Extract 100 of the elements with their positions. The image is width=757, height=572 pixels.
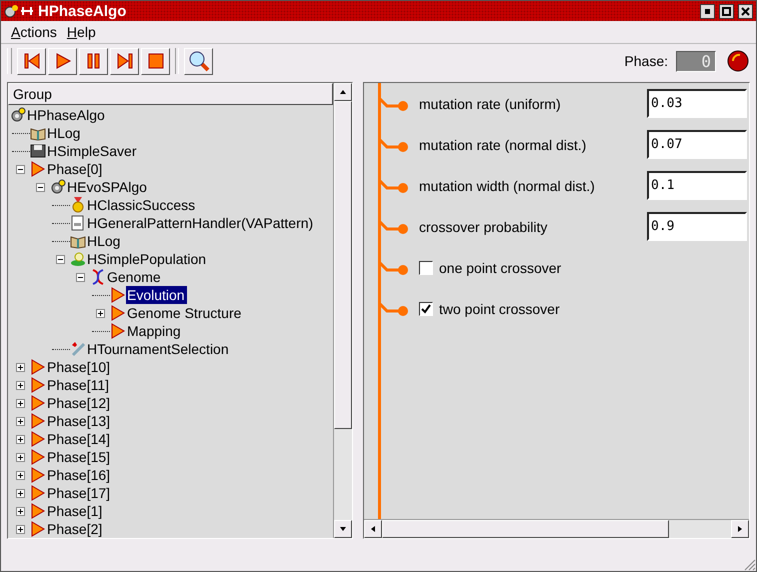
tree-item[interactable]: HLog	[46, 124, 82, 142]
right-arrow-icon	[736, 525, 744, 533]
maximize-button[interactable]	[719, 4, 734, 18]
expand-icon[interactable]	[16, 524, 25, 534]
tree-item[interactable]: Evolution	[126, 286, 187, 304]
flower-icon	[70, 251, 86, 267]
checkbox-label: one point crossover	[439, 260, 562, 276]
parameter-label: crossover probability	[419, 218, 548, 234]
tree-item[interactable]: Phase[14]	[46, 430, 112, 448]
collapse-icon[interactable]	[76, 272, 85, 282]
tree-item[interactable]: Phase[2]	[46, 520, 104, 538]
checkbox-label: two point crossover	[439, 300, 561, 316]
gear-icon	[50, 179, 66, 195]
minimize-button[interactable]	[700, 4, 715, 18]
app-icon	[4, 4, 34, 18]
scrollbar-thumb[interactable]	[334, 101, 352, 429]
up-arrow-icon	[339, 88, 347, 96]
search-icon	[188, 50, 210, 72]
value-field[interactable]: 0.07	[647, 130, 747, 159]
collapse-icon[interactable]	[56, 254, 65, 264]
scrollbar-thumb[interactable]	[382, 520, 669, 538]
tree-item[interactable]: Phase[16]	[46, 466, 112, 484]
scroll-up-button[interactable]	[334, 83, 352, 101]
tree-item[interactable]: HClassicSuccess	[86, 196, 198, 214]
expand-icon[interactable]	[16, 380, 25, 390]
expand-icon[interactable]	[16, 488, 25, 498]
tree-item[interactable]: Mapping	[126, 322, 183, 340]
tree-item[interactable]: HSimplePopulation	[86, 250, 208, 268]
checkbox[interactable]	[419, 302, 433, 316]
value-field[interactable]: 0.9	[647, 212, 747, 241]
parameter-label: mutation rate (uniform)	[419, 96, 562, 112]
arrow-icon	[30, 377, 46, 393]
arrow-icon	[30, 395, 46, 411]
window-title: HPhaseAlgo	[38, 2, 128, 20]
skip-forward-button[interactable]	[110, 48, 139, 74]
scroll-left-button[interactable]	[364, 520, 382, 538]
tree-item[interactable]: Genome	[106, 268, 163, 286]
medal-icon	[70, 197, 86, 213]
phase-label: Phase:	[624, 53, 668, 69]
arrow-icon	[110, 287, 126, 303]
expand-icon[interactable]	[96, 308, 105, 318]
arrow-icon	[30, 449, 46, 465]
value-field[interactable]: 0.1	[647, 171, 747, 200]
value-field[interactable]: 0.03	[647, 89, 747, 118]
down-arrow-icon	[339, 525, 347, 533]
tree-item[interactable]: HEvoSPAlgo	[66, 178, 149, 196]
expand-icon[interactable]	[16, 362, 25, 372]
tree-item[interactable]: Phase[0]	[46, 160, 104, 178]
arrow-icon	[30, 485, 46, 501]
record-button[interactable]	[726, 49, 750, 73]
expand-icon[interactable]	[16, 452, 25, 462]
expand-icon[interactable]	[16, 398, 25, 408]
tree-item[interactable]: HPhaseAlgo	[26, 106, 107, 124]
tree-item[interactable]: Phase[1]	[46, 502, 104, 520]
tree-item[interactable]: Phase[10]	[46, 358, 112, 376]
collapse-icon[interactable]	[16, 164, 25, 174]
tree-item[interactable]: Genome Structure	[126, 304, 244, 322]
search-button[interactable]	[184, 48, 213, 74]
skip-forward-icon	[114, 51, 134, 71]
arrow-icon	[30, 503, 46, 519]
pause-button[interactable]	[79, 48, 108, 74]
column-header[interactable]: Group	[8, 83, 333, 105]
tree-item[interactable]: HTournamentSelection	[86, 340, 231, 358]
scroll-right-button[interactable]	[731, 520, 749, 538]
expand-icon[interactable]	[16, 506, 25, 516]
tree-item[interactable]: Phase[17]	[46, 484, 112, 502]
stop-icon	[146, 51, 166, 71]
tree-item[interactable]: HGeneralPatternHandler(VAPattern)	[86, 214, 316, 232]
expand-icon[interactable]	[16, 434, 25, 444]
arrow-icon	[30, 359, 46, 375]
maximize-icon	[722, 6, 731, 16]
tree-item[interactable]: HLog	[86, 232, 122, 250]
expand-icon[interactable]	[16, 416, 25, 426]
phase-display: 0	[676, 50, 716, 72]
arrow-icon	[30, 467, 46, 483]
parameter-label: mutation rate (normal dist.)	[419, 136, 588, 152]
close-icon	[741, 6, 750, 16]
left-arrow-icon	[369, 525, 377, 533]
parameter-label: mutation width (normal dist.)	[419, 178, 596, 194]
gear-icon	[10, 107, 26, 123]
menu-item[interactable]: Actions	[11, 24, 57, 40]
resize-grip-icon[interactable]	[742, 557, 756, 571]
skip-back-icon	[22, 51, 42, 71]
stop-button[interactable]	[141, 48, 170, 74]
play-button[interactable]	[48, 48, 77, 74]
expand-icon[interactable]	[16, 470, 25, 480]
arrow-icon	[110, 305, 126, 321]
minimize-icon	[705, 8, 710, 14]
skip-back-button[interactable]	[17, 48, 46, 74]
tree-item[interactable]: HSimpleSaver	[46, 142, 138, 160]
close-button[interactable]	[738, 4, 753, 18]
checkbox[interactable]	[419, 260, 433, 274]
menu-item[interactable]: Help	[66, 24, 96, 40]
scroll-down-button[interactable]	[334, 520, 352, 538]
tree-item[interactable]: Phase[15]	[46, 448, 112, 466]
tree-item[interactable]: Phase[11]	[46, 376, 112, 394]
document-icon	[70, 215, 86, 231]
collapse-icon[interactable]	[36, 182, 45, 192]
tree-item[interactable]: Phase[13]	[46, 412, 112, 430]
tree-item[interactable]: Phase[12]	[46, 394, 112, 412]
